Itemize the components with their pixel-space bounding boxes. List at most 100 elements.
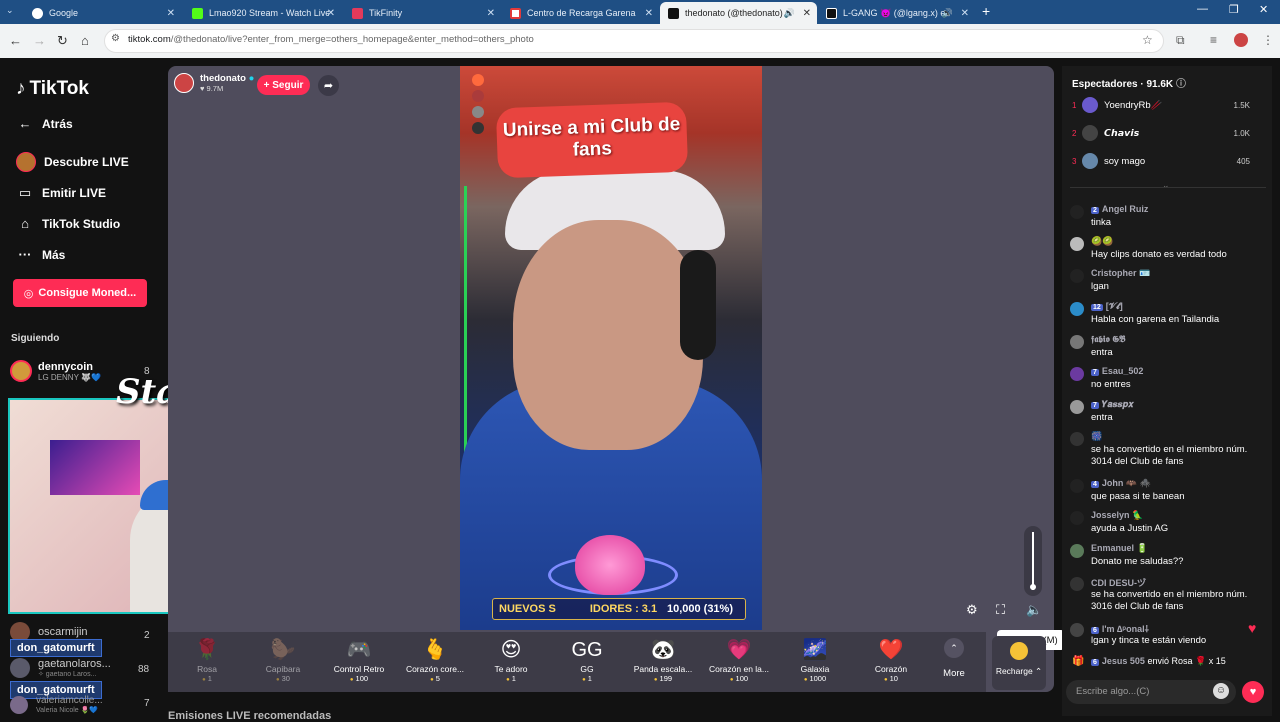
- browser-tab[interactable]: TikFinity ✕: [344, 2, 501, 24]
- avatar[interactable]: [1070, 479, 1084, 493]
- chat-username[interactable]: 𝖋𝖆𝖇𝖎𝖔 𝕲𝕭: [1091, 334, 1125, 344]
- close-window-icon[interactable]: ✕: [1259, 3, 1268, 16]
- info-icon[interactable]: ⓘ: [1176, 79, 1186, 90]
- site-info-icon[interactable]: ⚙: [111, 33, 120, 44]
- restore-icon[interactable]: ❐: [1229, 3, 1239, 16]
- avatar[interactable]: [1070, 269, 1084, 283]
- emoji-icon[interactable]: ☺: [1213, 683, 1229, 699]
- close-tab-icon[interactable]: ✕: [327, 8, 335, 19]
- bookmark-star-icon[interactable]: ☆: [1142, 33, 1153, 47]
- speaker-icon[interactable]: 🔊: [784, 8, 795, 19]
- host-info[interactable]: thedonato ● ♥ 9.7M: [174, 73, 254, 93]
- recharge-button[interactable]: Recharge ⌃: [992, 636, 1046, 690]
- host-avatar[interactable]: [174, 73, 194, 93]
- gift-item[interactable]: 🌌 Galaxia1000: [778, 636, 852, 683]
- chat-input[interactable]: Escribe algo...(C): [1066, 680, 1236, 704]
- gift-item[interactable]: 💗 Corazón en la...100: [702, 636, 776, 683]
- following-item[interactable]: valeriamcolle... Valeria Nicole 🌷💙: [10, 695, 103, 714]
- forward-icon[interactable]: →: [33, 33, 46, 48]
- avatar[interactable]: [1070, 400, 1084, 414]
- top-viewer-row[interactable]: 1 YoendryRb🥢 1.5K: [1072, 97, 1266, 113]
- top-viewer-row[interactable]: 3 soy mago 405: [1072, 153, 1266, 169]
- close-tab-icon[interactable]: ✕: [167, 8, 175, 19]
- chat-username[interactable]: Esau_502: [1102, 366, 1144, 376]
- chat-username[interactable]: Enmanuel 🔋: [1091, 543, 1148, 553]
- avatar[interactable]: [1070, 577, 1084, 591]
- speaker-icon[interactable]: 🔊: [942, 8, 953, 19]
- chat-username[interactable]: [𝓥𝓽]: [1106, 301, 1123, 311]
- gift-item[interactable]: 🎮 Control Retro100: [322, 636, 396, 683]
- avatar[interactable]: [1070, 623, 1084, 637]
- close-tab-icon[interactable]: ✕: [961, 8, 969, 19]
- browser-menu-icon[interactable]: ⋮: [1262, 33, 1274, 47]
- gift-price: 1: [170, 674, 244, 683]
- gift-item[interactable]: ❤️ Corazón10: [854, 636, 928, 683]
- settings-icon[interactable]: ⚙: [966, 602, 978, 618]
- volume-knob[interactable]: [1030, 584, 1036, 590]
- avatar[interactable]: [1070, 511, 1084, 525]
- media-control-icon[interactable]: ≡: [1210, 33, 1217, 47]
- chat-username[interactable]: 🎆: [1091, 431, 1102, 441]
- get-coins-button[interactable]: ◎ Consigue Moned...: [13, 279, 147, 307]
- more-gifts-button[interactable]: ⌃ More: [936, 636, 972, 679]
- fan-club-banner[interactable]: Unirse a mi Club de fans: [495, 101, 689, 179]
- url-text[interactable]: tiktok.com/@thedonato/live?enter_from_me…: [128, 34, 534, 45]
- browser-tab-active[interactable]: thedonato (@thedonato) es 🔊 ✕: [660, 2, 817, 24]
- like-heart-button[interactable]: ♥: [1242, 681, 1264, 703]
- extension-icon[interactable]: ⧉: [1176, 33, 1185, 48]
- profile-avatar[interactable]: [1234, 33, 1248, 47]
- avatar[interactable]: [1070, 432, 1084, 446]
- avatar[interactable]: [1070, 367, 1084, 381]
- following-item[interactable]: dennycoin LG DENNY 🐺💙: [10, 360, 101, 382]
- nav-discover-live[interactable]: Descubre LIVE: [16, 152, 129, 172]
- tab-search-button[interactable]: ⌄: [6, 5, 14, 16]
- close-tab-icon[interactable]: ✕: [803, 8, 811, 19]
- browser-tab[interactable]: Google ✕: [24, 2, 181, 24]
- tiktok-logo[interactable]: ♪ TikTok: [16, 78, 89, 100]
- nav-more[interactable]: ··· Más: [16, 247, 66, 262]
- chat-username[interactable]: John 🦇 🕷️: [1102, 478, 1151, 488]
- follow-button[interactable]: + Seguir: [257, 75, 310, 95]
- gift-item[interactable]: 🐼 Panda escala...199: [626, 636, 700, 683]
- close-tab-icon[interactable]: ✕: [645, 8, 653, 19]
- share-icon[interactable]: ➦: [318, 75, 339, 96]
- reload-icon[interactable]: ↻: [57, 33, 68, 49]
- chat-username[interactable]: 𝒀𝒂𝒔𝒔𝒑𝒙: [1102, 399, 1134, 409]
- chat-username[interactable]: CDI DESU-ヅ: [1091, 578, 1146, 588]
- avatar[interactable]: [1070, 544, 1084, 558]
- avatar[interactable]: [1070, 237, 1084, 251]
- chat-username[interactable]: 🥝🥝: [1091, 236, 1113, 246]
- home-icon[interactable]: ⌂: [81, 33, 89, 48]
- host-name[interactable]: thedonato: [200, 73, 246, 84]
- gift-item[interactable]: 🌹 Rosa1: [170, 636, 244, 683]
- browser-tab[interactable]: L-GANG 👿 (@lgang.x) está 🔊 ✕: [818, 2, 975, 24]
- nav-tiktok-studio[interactable]: ⌂ TikTok Studio: [16, 216, 120, 231]
- gift-item[interactable]: 🦫 Capibara30: [246, 636, 320, 683]
- chat-username[interactable]: Josselyn 🦜: [1091, 510, 1143, 520]
- close-tab-icon[interactable]: ✕: [487, 8, 495, 19]
- gift-item[interactable]: 😍 Te adoro1: [474, 636, 548, 683]
- back-icon[interactable]: ←: [9, 33, 22, 48]
- mute-icon[interactable]: 🔈: [1026, 602, 1042, 618]
- gift-item[interactable]: GGGG1: [550, 636, 624, 683]
- chat-username[interactable]: Jesus 505: [1102, 656, 1145, 666]
- following-item[interactable]: gaetanolaros... ✧ gaetano Laros...: [10, 658, 111, 678]
- avatar[interactable]: [1070, 335, 1084, 349]
- chat-username[interactable]: Cristopher 🪪: [1091, 268, 1150, 278]
- volume-slider[interactable]: [1024, 526, 1042, 596]
- avatar[interactable]: [1070, 302, 1084, 316]
- browser-tab[interactable]: Centro de Recarga Garena ✕: [502, 2, 659, 24]
- chat-username[interactable]: Angel Ruiz: [1102, 204, 1149, 214]
- fullscreen-icon[interactable]: ⛶: [996, 602, 1005, 618]
- heart-react-icon[interactable]: ♥: [1248, 620, 1256, 636]
- nav-go-live[interactable]: ▭ Emitir LIVE: [16, 185, 106, 201]
- gift-item[interactable]: 🫰 Corazón core...5: [398, 636, 472, 683]
- avatar[interactable]: [1070, 205, 1084, 219]
- chat-username[interactable]: l'm ∆ᵖonal⸸: [1102, 624, 1149, 634]
- top-viewer-row[interactable]: 2 𝘾𝙝𝙖𝙫𝙞𝙨 1.0K: [1072, 125, 1266, 141]
- expand-chevron-icon[interactable]: ⌄: [1162, 180, 1170, 191]
- browser-tab[interactable]: Lmao920 Stream - Watch Live o ✕: [184, 2, 341, 24]
- nav-back[interactable]: ← Atrás: [16, 116, 73, 131]
- new-tab-button[interactable]: +: [982, 3, 990, 19]
- minimize-icon[interactable]: —: [1197, 3, 1208, 15]
